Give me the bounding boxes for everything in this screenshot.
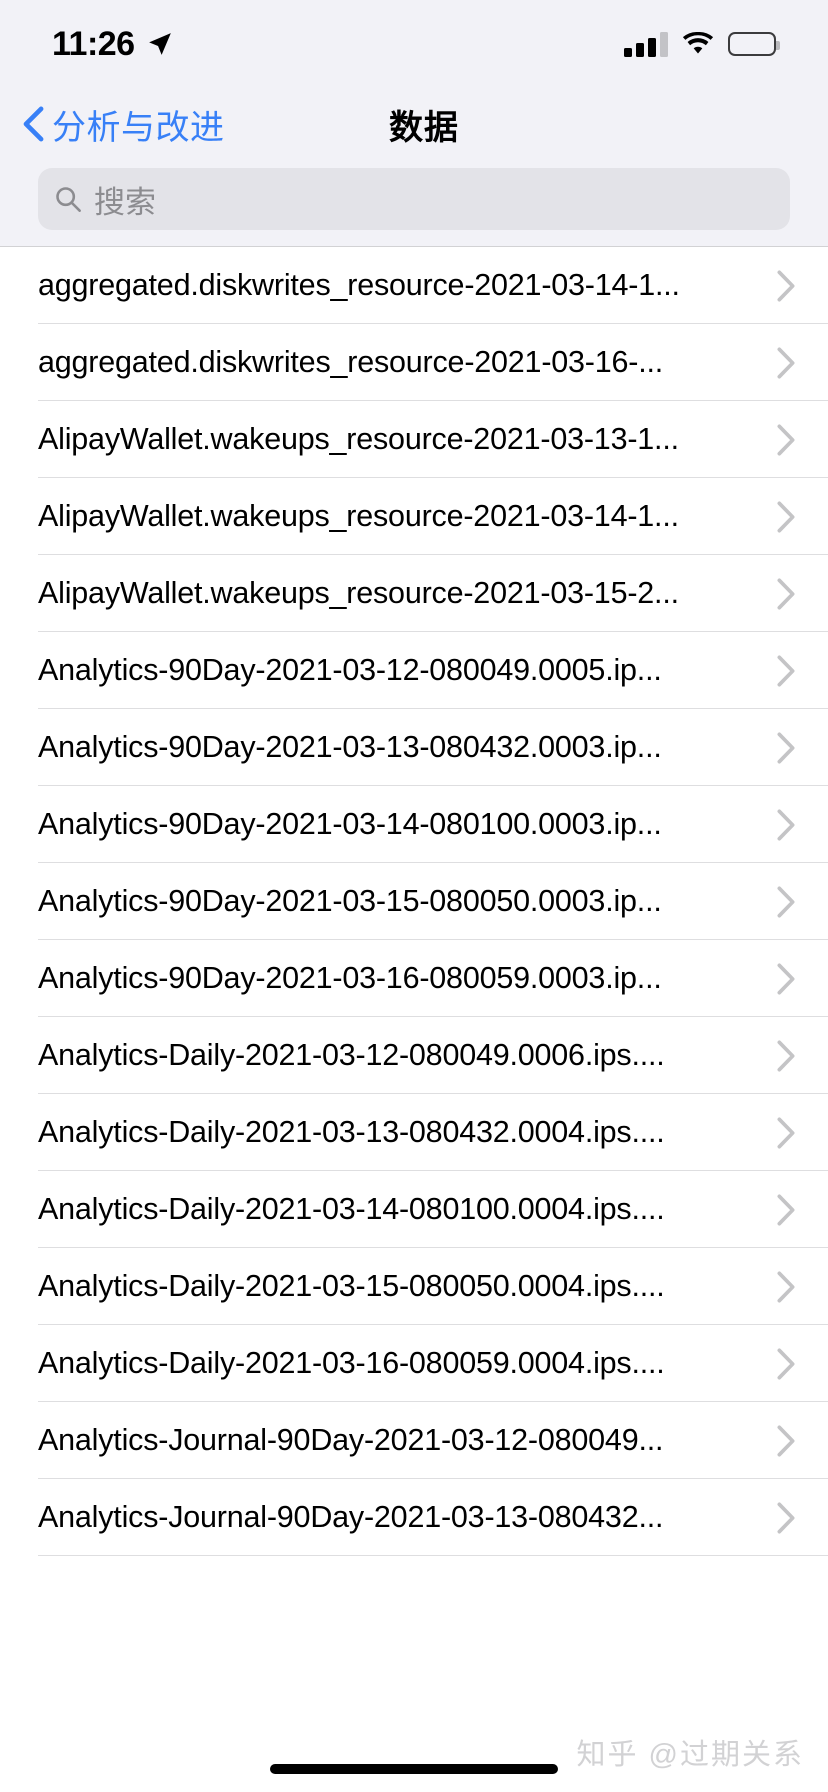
list-item[interactable]: Analytics-90Day-2021-03-13-080432.0003.i… [0, 709, 828, 786]
back-button-label: 分析与改进 [52, 108, 225, 147]
chevron-right-icon [776, 346, 828, 380]
chevron-right-icon [776, 962, 828, 996]
list-item[interactable]: Analytics-90Day-2021-03-14-080100.0003.i… [0, 786, 828, 863]
status-bar: 11:26 [0, 0, 828, 88]
status-bar-left: 11:26 [52, 25, 173, 64]
cellular-signal-icon [624, 31, 668, 57]
list-item-label: Analytics-Journal-90Day-2021-03-13-08043… [38, 1500, 664, 1534]
list-item-label: Analytics-Journal-90Day-2021-03-12-08004… [38, 1423, 664, 1457]
list-item-label: Analytics-90Day-2021-03-16-080059.0003.i… [38, 961, 662, 995]
list-item[interactable]: Analytics-90Day-2021-03-12-080049.0005.i… [0, 632, 828, 709]
list-item[interactable]: AlipayWallet.wakeups_resource-2021-03-13… [0, 401, 828, 478]
list-item-label: aggregated.diskwrites_resource-2021-03-1… [38, 345, 664, 379]
list-item[interactable]: Analytics-Daily-2021-03-13-080432.0004.i… [0, 1094, 828, 1171]
navigation-bar: 数据 分析与改进 [0, 88, 828, 160]
search-input[interactable]: 搜索 [38, 168, 790, 230]
list-item-label: Analytics-90Day-2021-03-13-080432.0003.i… [38, 730, 662, 764]
chevron-right-icon [776, 1347, 828, 1381]
chevron-right-icon [776, 654, 828, 688]
status-bar-right [624, 31, 780, 57]
chevron-left-icon [22, 106, 44, 142]
list-item[interactable]: Analytics-Daily-2021-03-14-080100.0004.i… [0, 1171, 828, 1248]
list-item-label: AlipayWallet.wakeups_resource-2021-03-15… [38, 576, 679, 610]
list-item-label: AlipayWallet.wakeups_resource-2021-03-13… [38, 422, 679, 456]
list-item-label: Analytics-Daily-2021-03-13-080432.0004.i… [38, 1115, 665, 1149]
chevron-right-icon [776, 1116, 828, 1150]
list-item-label: aggregated.diskwrites_resource-2021-03-1… [38, 268, 680, 302]
list-item-label: Analytics-Daily-2021-03-15-080050.0004.i… [38, 1269, 665, 1303]
chevron-right-icon [776, 269, 828, 303]
chevron-right-icon [776, 1270, 828, 1304]
list-item[interactable]: Analytics-90Day-2021-03-16-080059.0003.i… [0, 940, 828, 1017]
list-item-label: Analytics-Daily-2021-03-12-080049.0006.i… [38, 1038, 665, 1072]
chevron-right-icon [776, 500, 828, 534]
list-item-label: Analytics-90Day-2021-03-15-080050.0003.i… [38, 884, 662, 918]
location-arrow-icon [147, 31, 173, 57]
list-item[interactable]: AlipayWallet.wakeups_resource-2021-03-14… [0, 478, 828, 555]
battery-full-icon [728, 32, 780, 56]
list-item[interactable]: Analytics-Daily-2021-03-15-080050.0004.i… [0, 1248, 828, 1325]
list-item-label: Analytics-90Day-2021-03-12-080049.0005.i… [38, 653, 662, 687]
list-item-label: Analytics-Daily-2021-03-16-080059.0004.i… [38, 1346, 665, 1380]
data-file-list[interactable]: aggregated.diskwrites_resource-2021-03-1… [0, 247, 828, 1792]
phone-screen: 11:26 数据 分析与改进 搜索 aggregated.diskwrites_… [0, 0, 828, 1792]
list-item[interactable]: Analytics-Daily-2021-03-12-080049.0006.i… [0, 1017, 828, 1094]
chevron-right-icon [776, 808, 828, 842]
chevron-right-icon [776, 1424, 828, 1458]
chevron-right-icon [776, 731, 828, 765]
search-icon [54, 185, 82, 213]
list-item[interactable]: aggregated.diskwrites_resource-2021-03-1… [0, 324, 828, 401]
back-button[interactable]: 分析与改进 [22, 88, 225, 160]
list-item[interactable]: Analytics-Journal-90Day-2021-03-13-08043… [0, 1479, 828, 1556]
chevron-right-icon [776, 423, 828, 457]
chevron-right-icon [776, 1501, 828, 1535]
list-item-label: Analytics-90Day-2021-03-14-080100.0003.i… [38, 807, 662, 841]
list-item[interactable]: Analytics-Daily-2021-03-16-080059.0004.i… [0, 1325, 828, 1402]
chevron-right-icon [776, 1193, 828, 1227]
chevron-right-icon [776, 1039, 828, 1073]
list-separator [38, 1555, 828, 1556]
home-indicator[interactable] [270, 1764, 558, 1774]
chevron-right-icon [776, 885, 828, 919]
list-item-label: AlipayWallet.wakeups_resource-2021-03-14… [38, 499, 679, 533]
search-bar-container: 搜索 [0, 160, 828, 246]
wifi-icon [682, 32, 714, 56]
chevron-right-icon [776, 577, 828, 611]
search-placeholder: 搜索 [94, 184, 156, 220]
list-item[interactable]: aggregated.diskwrites_resource-2021-03-1… [0, 247, 828, 324]
list-item[interactable]: Analytics-Journal-90Day-2021-03-12-08004… [0, 1402, 828, 1479]
list-item[interactable]: AlipayWallet.wakeups_resource-2021-03-15… [0, 555, 828, 632]
list-item[interactable]: Analytics-90Day-2021-03-15-080050.0003.i… [0, 863, 828, 940]
status-bar-clock: 11:26 [52, 24, 135, 63]
list-item-label: Analytics-Daily-2021-03-14-080100.0004.i… [38, 1192, 665, 1226]
